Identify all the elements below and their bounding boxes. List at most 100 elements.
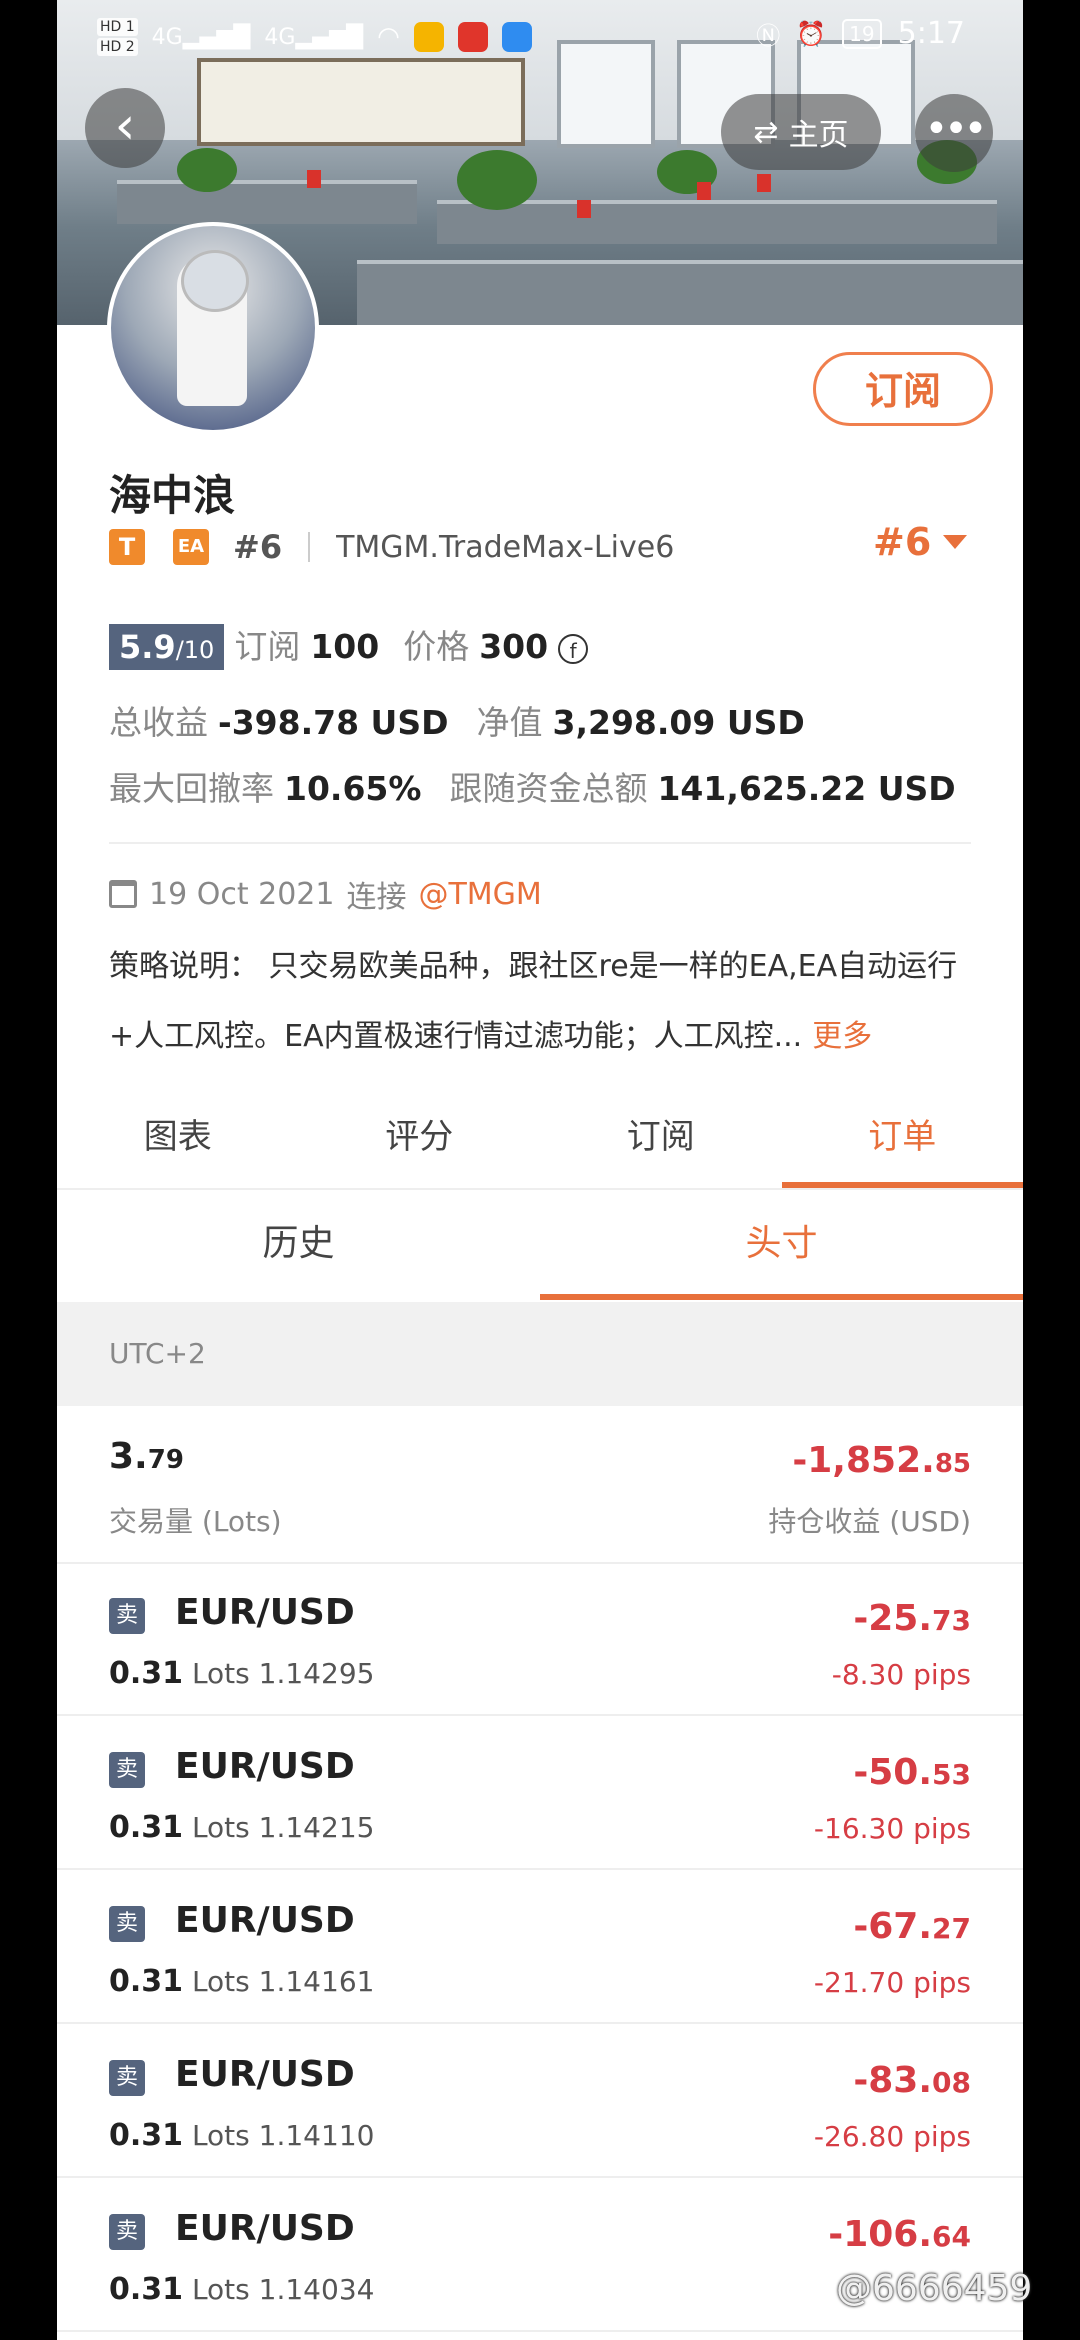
wifi-icon: ◠: [377, 22, 400, 52]
connection-label: 连接: [346, 880, 407, 915]
caret-down-icon: [943, 535, 968, 549]
net-value: 3,298.09 USD: [552, 703, 805, 742]
photo-desk: [437, 200, 997, 244]
trader-name: 海中浪: [109, 471, 236, 520]
order-row[interactable]: 卖 EUR/USD 0.31 Lots 1.14110 -83.08 -26.8…: [57, 2024, 1023, 2178]
net-value-label: 净值: [476, 703, 543, 742]
total-lots-label: 交易量 (Lots): [109, 1505, 282, 1538]
order-profit: -67.27: [853, 1906, 971, 1947]
network-label: 4G: [264, 24, 296, 50]
order-lots-unit: Lots: [191, 1657, 250, 1690]
order-symbol: EUR/USD: [175, 1746, 355, 1787]
subtab-history[interactable]: 历史: [57, 1192, 540, 1300]
order-symbol: EUR/USD: [175, 1592, 355, 1633]
rank-dropdown[interactable]: #6: [873, 520, 968, 564]
total-profit-label: 总收益: [109, 703, 208, 742]
order-profit: -50.53: [853, 1752, 971, 1793]
order-symbol: EUR/USD: [175, 2208, 355, 2249]
subtab-positions[interactable]: 头寸: [540, 1192, 1023, 1300]
subscribe-count-label: 订阅: [234, 627, 301, 666]
side-badge: 卖: [109, 1598, 145, 1634]
stats-row-2: 总收益 -398.78 USD 净值 3,298.09 USD: [109, 696, 805, 744]
back-button[interactable]: ‹: [85, 88, 165, 168]
order-symbol: EUR/USD: [175, 2054, 355, 2095]
connection-info: 19 Oct 2021 连接 @TMGM: [109, 872, 542, 916]
more-link[interactable]: 更多: [812, 1019, 872, 1054]
follow-funds-value: 141,625.22 USD: [657, 769, 956, 808]
order-row[interactable]: 卖 EUR/USD 0.31 Lots 1.14295 -25.73 -8.30…: [57, 1562, 1023, 1716]
strategy-description: 策略说明： 只交易欧美品种，跟社区re是一样的EA,EA自动运行+人工风控。EA…: [109, 932, 979, 1072]
stats-row-3: 最大回撤率 10.65% 跟随资金总额 141,625.22 USD: [109, 762, 956, 810]
coin-icon: f: [558, 634, 589, 664]
tab-subscription[interactable]: 订阅: [540, 1096, 782, 1188]
photo-desk: [357, 260, 1023, 325]
app-notification-icon: [501, 22, 532, 52]
order-row[interactable]: 卖 EUR/USD 0.31 Lots 1.14161 -67.27 -21.7…: [57, 1870, 1023, 2024]
photo-calligraphy: [197, 58, 525, 146]
ea-badge: EA: [173, 529, 209, 565]
sim-indicators: HD 1 HD 2: [97, 18, 138, 56]
order-detail: 0.31 Lots 1.14295: [109, 1656, 374, 1691]
order-profit-int: -67.: [853, 1906, 933, 1947]
side-badge: 卖: [109, 1752, 145, 1788]
order-profit-dec: 27: [932, 1912, 971, 1945]
order-price: 1.14110: [258, 2119, 375, 2152]
score-badge: 5.9/10: [109, 624, 225, 670]
rank-dropdown-label: #6: [873, 520, 932, 564]
total-lots-int: 3.: [109, 1436, 148, 1477]
order-pips: -16.30 pips: [813, 1812, 971, 1845]
order-row[interactable]: 卖 EUR/USD 0.31 Lots 1.14215 -50.53 -16.3…: [57, 1716, 1023, 1870]
order-lots: 0.31: [109, 2272, 184, 2307]
stats-row-1: 5.9/10 订阅 100 价格 300 f: [109, 620, 589, 670]
order-profit-dec: 73: [932, 1604, 971, 1637]
order-profit-int: -50.: [853, 1752, 933, 1793]
photo-flag: [307, 170, 321, 188]
order-profit-int: -83.: [853, 2060, 933, 2101]
order-lots: 0.31: [109, 1964, 184, 1999]
weibo-app-icon: [457, 22, 488, 52]
tab-chart[interactable]: 图表: [57, 1096, 299, 1188]
order-pips: -8.30 pips: [831, 1658, 971, 1691]
subscribe-button[interactable]: 订阅: [813, 352, 993, 426]
tab-rating[interactable]: 评分: [299, 1096, 541, 1188]
signal-icon: 4G▂▄▆█: [151, 24, 251, 50]
broker-link[interactable]: @TMGM: [418, 877, 541, 912]
home-button[interactable]: ⇄ 主页: [721, 94, 881, 170]
watermark: @6666459: [836, 2268, 1033, 2309]
subscribe-count: 100: [310, 627, 380, 666]
clock: 5:17: [897, 16, 965, 51]
photo-desk: [117, 180, 417, 224]
order-profit-dec: 08: [932, 2066, 971, 2099]
order-detail: 0.31 Lots 1.14215: [109, 1810, 374, 1845]
max-drawdown-value: 10.65%: [284, 769, 422, 808]
avatar[interactable]: [107, 222, 319, 434]
alarm-icon: ⏰: [796, 19, 827, 48]
floating-pnl-label: 持仓收益 (USD): [768, 1505, 971, 1538]
signal-icon: 4G▂▄▆█: [264, 24, 364, 50]
account-server: TMGM.TradeMax-Live6: [336, 529, 675, 565]
photo-flag: [757, 174, 771, 192]
order-lots-unit: Lots: [191, 1965, 250, 1998]
avatar-helmet: [181, 250, 249, 312]
order-lots: 0.31: [109, 1810, 184, 1845]
nfc-icon: Ⓝ: [756, 22, 781, 50]
score-value: 5.9: [119, 628, 176, 666]
follow-funds-label: 跟随资金总额: [449, 769, 648, 808]
more-options-button[interactable]: •••: [915, 94, 993, 172]
network-label: 4G: [151, 24, 183, 50]
app-screen: HD 1 HD 2 4G▂▄▆█ 4G▂▄▆█ ◠ Ⓝ ⏰ 19 5:17 ‹ …: [57, 0, 1023, 2340]
floating-pnl-dec: 85: [934, 1449, 971, 1479]
order-lots: 0.31: [109, 2118, 184, 2153]
trader-type-badge: T: [109, 529, 145, 565]
side-badge: 卖: [109, 2060, 145, 2096]
order-profit: -83.08: [853, 2060, 971, 2101]
tab-orders[interactable]: 订单: [781, 1096, 1024, 1188]
total-profit-value: -398.78 USD: [218, 703, 449, 742]
score-denominator: /10: [175, 636, 215, 664]
status-bar: HD 1 HD 2 4G▂▄▆█ 4G▂▄▆█ ◠ Ⓝ ⏰ 19 5:17: [57, 0, 1023, 70]
total-lots-dec: 79: [147, 1445, 184, 1475]
total-lots: 3.79: [109, 1436, 184, 1477]
calendar-icon: [109, 880, 137, 908]
sim-chip: HD 2: [97, 38, 138, 56]
order-profit-int: -106.: [828, 2214, 933, 2255]
